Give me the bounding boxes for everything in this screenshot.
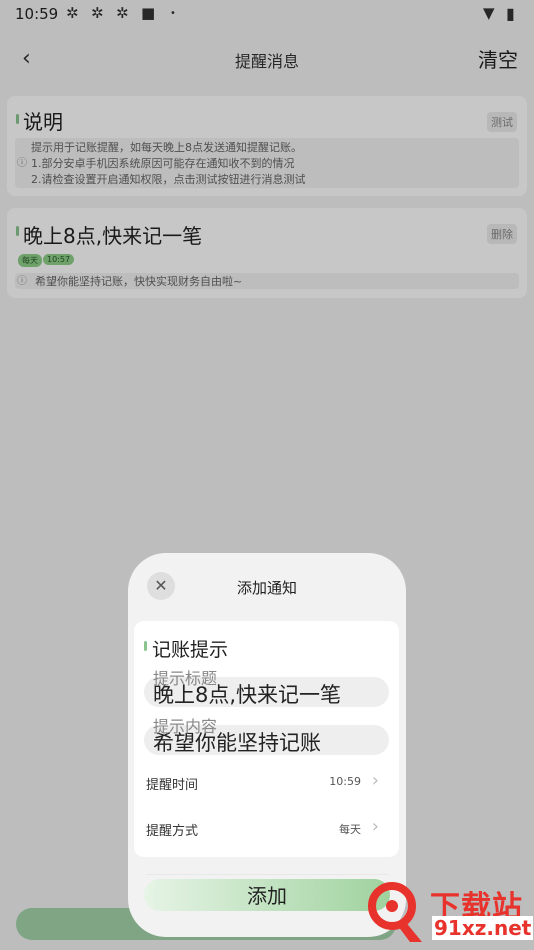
dialog-form: 记账提示 晚上8点,快来记一笔 提示标题 希望你能坚持记账 提示内容 提醒时间 … <box>134 621 399 875</box>
watermark-url: 91xz.net <box>432 916 534 940</box>
chevron-right-icon: › <box>371 770 379 791</box>
row-label: 提醒时间 <box>146 778 199 793</box>
title-placeholder: 提示标题 <box>153 669 218 688</box>
section-title: 记账提示 <box>152 639 229 661</box>
watermark-logo-icon <box>368 882 422 942</box>
row-value: 每天 <box>339 823 361 836</box>
reminder-time-row[interactable]: 提醒时间 10:59 › <box>146 763 389 803</box>
row-label: 提醒方式 <box>146 824 199 839</box>
row-value: 10:59 <box>329 775 361 788</box>
site-watermark: 下载站 91xz.net <box>364 880 534 950</box>
reminder-mode-row[interactable]: 提醒方式 每天 › <box>146 809 389 849</box>
chevron-right-icon: › <box>371 816 379 837</box>
add-button[interactable]: 添加 <box>144 879 390 911</box>
accent-bar <box>144 641 147 651</box>
divider <box>146 874 389 875</box>
dialog-title: 添加通知 <box>236 579 297 597</box>
content-placeholder: 提示内容 <box>153 717 218 736</box>
